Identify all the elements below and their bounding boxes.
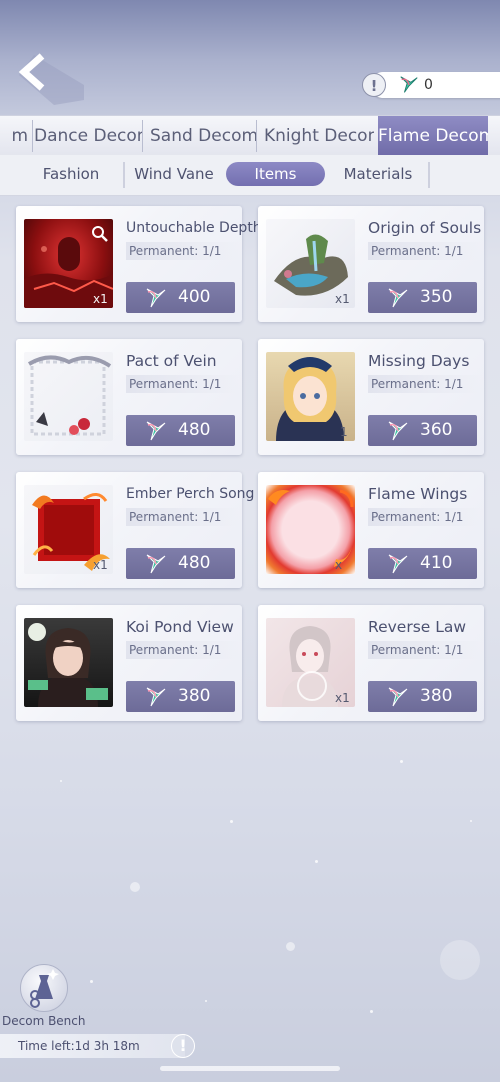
item-name: Missing Days xyxy=(368,352,470,370)
permanent-label: Permanent: 1/1 xyxy=(368,242,481,260)
item-thumbnail xyxy=(24,352,113,441)
item-card[interactable]: 1 Missing Days Permanent: 1/1 360 xyxy=(258,339,484,455)
category-tabs: m Dance Decom Sand Decom Knight Decom Fl… xyxy=(0,115,500,157)
feather-gem-icon xyxy=(388,554,408,574)
price-value: 350 xyxy=(420,287,453,307)
magnify-icon[interactable] xyxy=(91,225,109,243)
permanent-label: Permanent: 1/1 xyxy=(126,508,239,526)
item-name: Flame Wings xyxy=(368,485,468,503)
price-button[interactable]: 350 xyxy=(368,282,477,313)
tab-sand-decom[interactable]: Sand Decom xyxy=(150,120,257,152)
price-button[interactable]: 480 xyxy=(126,415,235,446)
price-value: 400 xyxy=(178,287,211,307)
quantity-label: x1 xyxy=(93,292,108,306)
top-bar: ! 0 xyxy=(0,0,500,115)
permanent-label: Permanent: 1/1 xyxy=(368,375,481,393)
back-button[interactable] xyxy=(14,50,84,105)
info-icon[interactable]: ! xyxy=(171,1034,195,1058)
price-value: 410 xyxy=(420,553,453,573)
permanent-label: Permanent: 1/1 xyxy=(126,641,239,659)
feather-gem-icon xyxy=(146,687,166,707)
item-card[interactable]: x1 Untouchable Depth Permanent: 1/1 400 xyxy=(16,206,262,322)
item-name: Untouchable Depth xyxy=(126,220,262,236)
price-button[interactable]: 400 xyxy=(126,282,235,313)
sub-tabs: Fashion Wind Vane Items Materials xyxy=(0,155,500,196)
item-card[interactable]: Koi Pond View Permanent: 1/1 380 xyxy=(16,605,242,721)
tab-items[interactable]: Items xyxy=(226,162,325,186)
tab-materials[interactable]: Materials xyxy=(335,162,421,186)
price-button[interactable]: 480 xyxy=(126,548,235,579)
feather-gem-icon xyxy=(398,74,420,96)
permanent-label: Permanent: 1/1 xyxy=(368,641,481,659)
decom-bench-label: Decom Bench xyxy=(2,1014,86,1028)
quantity-label: x xyxy=(335,558,343,572)
price-button[interactable]: 380 xyxy=(126,681,235,712)
permanent-label: Permanent: 1/1 xyxy=(126,375,239,393)
feather-gem-icon xyxy=(146,421,166,441)
info-icon[interactable]: ! xyxy=(362,73,386,97)
item-name: Koi Pond View xyxy=(126,618,234,636)
item-card[interactable]: x Flame Wings Permanent: 1/1 410 xyxy=(258,472,484,588)
tab-previous[interactable]: m xyxy=(0,120,33,152)
price-button[interactable]: 360 xyxy=(368,415,477,446)
item-thumbnail xyxy=(24,618,113,707)
price-value: 380 xyxy=(178,686,211,706)
price-value: 380 xyxy=(420,686,453,706)
price-value: 360 xyxy=(420,420,453,440)
item-name: Ember Perch Song xyxy=(126,486,255,502)
home-indicator xyxy=(160,1066,340,1071)
item-name: Reverse Law xyxy=(368,618,467,636)
item-card[interactable]: x1 Origin of Souls Permanent: 1/1 350 xyxy=(258,206,484,322)
quantity-label: x1 xyxy=(335,691,350,705)
item-card[interactable]: Pact of Vein Permanent: 1/1 480 xyxy=(16,339,242,455)
currency-display xyxy=(370,72,500,98)
tab-knight-decom[interactable]: Knight Decom xyxy=(264,120,374,152)
feather-gem-icon xyxy=(146,288,166,308)
permanent-label: Permanent: 1/1 xyxy=(126,242,239,260)
back-arrow-icon xyxy=(18,53,84,105)
item-name: Origin of Souls xyxy=(368,219,482,237)
tab-fashion[interactable]: Fashion xyxy=(28,162,114,186)
tab-divider xyxy=(428,162,430,188)
time-left-text: Time left:1d 3h 18m xyxy=(18,1039,140,1053)
price-value: 480 xyxy=(178,553,211,573)
feather-gem-icon xyxy=(388,421,408,441)
item-card[interactable]: x1 Ember Perch Song Permanent: 1/1 480 xyxy=(16,472,254,588)
feather-gem-icon xyxy=(388,687,408,707)
time-left-bar: Time left:1d 3h 18m xyxy=(0,1034,185,1058)
price-button[interactable]: 380 xyxy=(368,681,477,712)
quantity-label: 1 xyxy=(340,425,348,439)
item-card[interactable]: x1 Reverse Law Permanent: 1/1 380 xyxy=(258,605,484,721)
quantity-label: x1 xyxy=(335,292,350,306)
price-value: 480 xyxy=(178,420,211,440)
price-button[interactable]: 410 xyxy=(368,548,477,579)
tab-divider xyxy=(123,162,125,188)
feather-gem-icon xyxy=(146,554,166,574)
tab-flame-decom[interactable]: Flame Decom xyxy=(378,116,488,156)
tab-dance-decom[interactable]: Dance Decom xyxy=(34,120,143,152)
dress-scissors-icon xyxy=(30,969,59,1008)
tab-wind-vane[interactable]: Wind Vane xyxy=(130,162,218,186)
permanent-label: Permanent: 1/1 xyxy=(368,508,481,526)
decom-bench-button[interactable] xyxy=(20,964,68,1012)
item-name: Pact of Vein xyxy=(126,352,217,370)
quantity-label: x1 xyxy=(93,558,108,572)
feather-gem-icon xyxy=(388,288,408,308)
currency-value: 0 xyxy=(424,77,433,93)
